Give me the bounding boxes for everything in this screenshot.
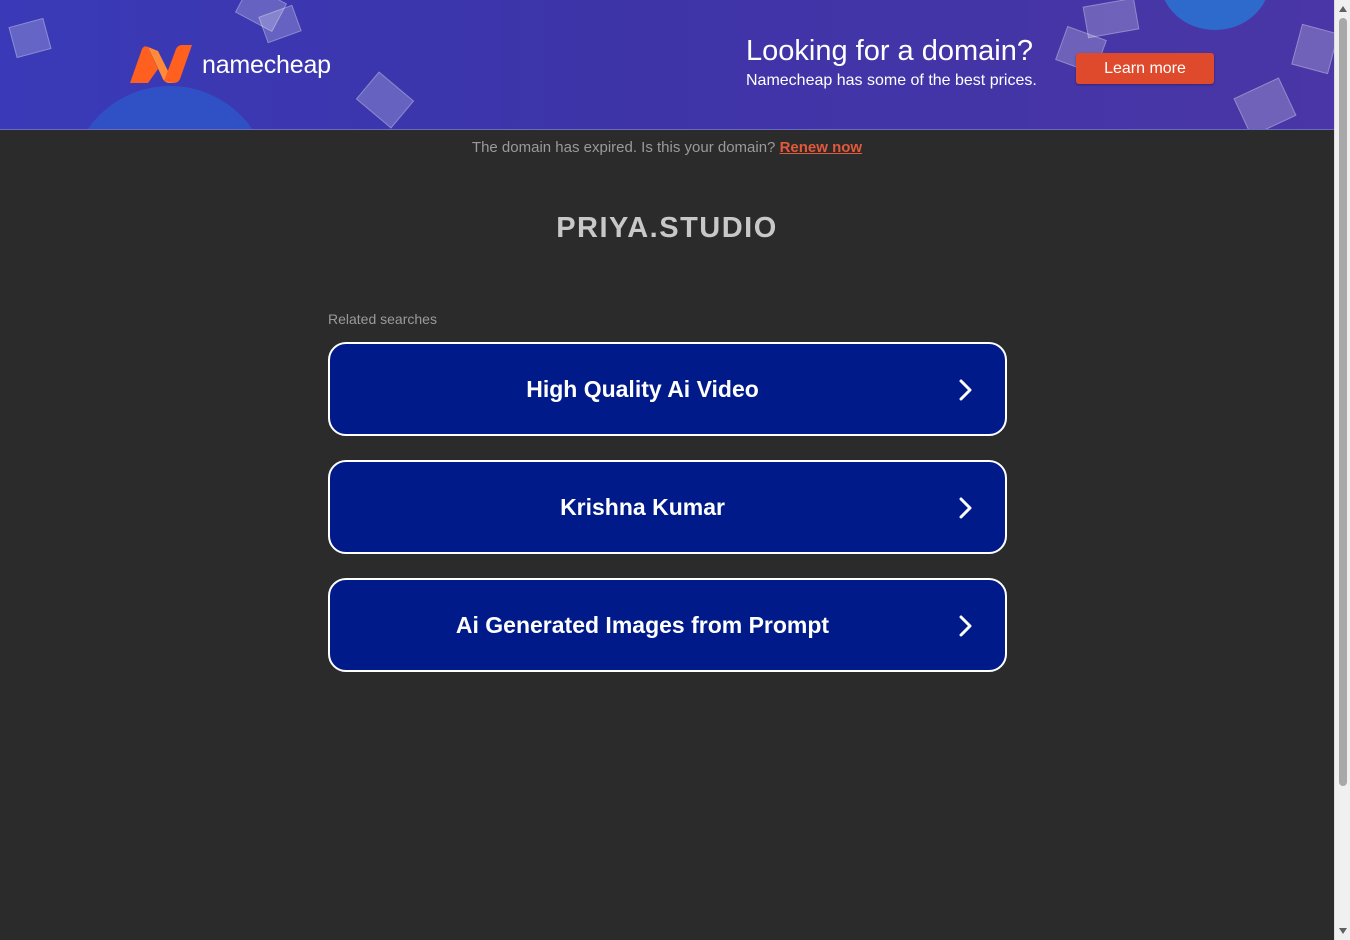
- promo-subtitle: Namecheap has some of the best prices.: [746, 72, 1037, 89]
- namecheap-logo-icon: [130, 45, 192, 83]
- related-search-item[interactable]: High Quality Ai Video: [328, 342, 1007, 436]
- related-search-label: Krishna Kumar: [560, 493, 725, 520]
- related-search-label: High Quality Ai Video: [526, 375, 759, 402]
- renew-now-link[interactable]: Renew now: [780, 139, 863, 156]
- related-searches-list: High Quality Ai Video Krishna Kumar Ai G…: [328, 342, 1007, 696]
- decorative-paper: [1082, 0, 1140, 39]
- decorative-paper: [1233, 77, 1297, 129]
- related-searches-label: Related searches: [328, 311, 437, 327]
- namecheap-banner: namecheap Looking for a domain? Namechea…: [0, 0, 1334, 130]
- namecheap-logo[interactable]: namecheap: [128, 45, 331, 85]
- promo-title: Looking for a domain?: [746, 35, 1033, 67]
- learn-more-button[interactable]: Learn more: [1076, 53, 1214, 84]
- chevron-right-icon: [959, 379, 972, 401]
- scrollbar-thumb[interactable]: [1339, 18, 1347, 786]
- expired-notice-text: The domain has expired. Is this your dom…: [471, 139, 776, 156]
- decorative-paper: [355, 71, 415, 129]
- scroll-down-arrow-icon[interactable]: [1338, 926, 1348, 936]
- related-search-item[interactable]: Ai Generated Images from Prompt: [328, 578, 1007, 672]
- scroll-up-arrow-icon[interactable]: [1338, 4, 1348, 14]
- domain-title: PRIYA.STUDIO: [556, 212, 778, 244]
- decorative-circle: [1160, 0, 1270, 30]
- page: namecheap Looking for a domain? Namechea…: [0, 0, 1334, 940]
- chevron-right-icon: [959, 615, 972, 637]
- promo-text: Looking for a domain? Namecheap has some…: [746, 34, 1037, 90]
- decorative-paper: [8, 17, 52, 59]
- related-search-label: Ai Generated Images from Prompt: [455, 611, 830, 638]
- chevron-right-icon: [959, 497, 972, 519]
- decorative-paper: [1291, 23, 1334, 75]
- vertical-scrollbar[interactable]: [1334, 0, 1350, 940]
- logo-text: namecheap: [202, 50, 331, 79]
- expired-notice: The domain has expired. Is this your dom…: [0, 139, 1334, 156]
- decorative-circle: [70, 86, 270, 129]
- related-search-item[interactable]: Krishna Kumar: [328, 460, 1007, 554]
